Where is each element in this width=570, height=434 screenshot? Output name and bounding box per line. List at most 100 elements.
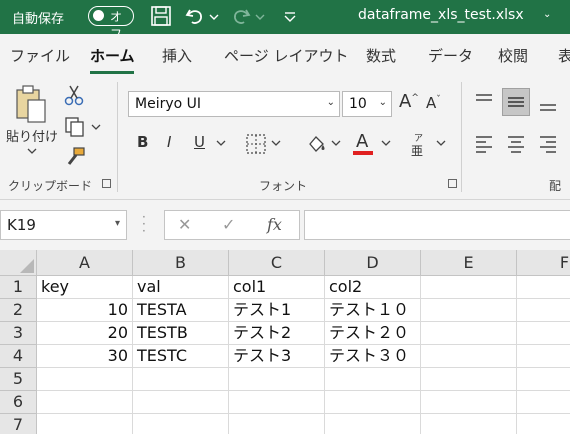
cell-f2[interactable] bbox=[517, 299, 570, 322]
row-header-6[interactable]: 6 bbox=[0, 391, 37, 414]
borders-icon[interactable] bbox=[245, 133, 267, 155]
name-box[interactable]: K19 ▾ bbox=[0, 210, 127, 240]
font-size-combo[interactable]: 10 ⌄ bbox=[342, 91, 392, 117]
cell-b5[interactable] bbox=[133, 368, 229, 391]
cell-c3[interactable]: テスト2 bbox=[229, 322, 325, 345]
borders-dropdown-icon[interactable] bbox=[270, 138, 282, 148]
cell-e6[interactable] bbox=[421, 391, 517, 414]
cell-a3[interactable]: 20 bbox=[37, 322, 133, 345]
row-header-2[interactable]: 2 bbox=[0, 299, 37, 322]
align-middle-icon[interactable] bbox=[506, 93, 526, 111]
column-header-d[interactable]: D bbox=[325, 250, 421, 276]
cell-d6[interactable] bbox=[325, 391, 421, 414]
paste-icon[interactable] bbox=[14, 84, 48, 124]
decrease-font-size-icon[interactable]: Aˇ bbox=[426, 94, 441, 112]
format-painter-icon[interactable] bbox=[64, 146, 86, 168]
cell-f6[interactable] bbox=[517, 391, 570, 414]
copy-icon[interactable] bbox=[64, 116, 86, 138]
cell-e7[interactable] bbox=[421, 414, 517, 434]
italic-button[interactable]: I bbox=[167, 133, 171, 151]
formula-bar-grip-icon[interactable]: · · · bbox=[142, 211, 146, 237]
cancel-icon[interactable]: ✕ bbox=[178, 215, 191, 234]
cell-a2[interactable]: 10 bbox=[37, 299, 133, 322]
row-header-4[interactable]: 4 bbox=[0, 345, 37, 368]
undo-icon[interactable] bbox=[184, 5, 206, 27]
cell-f4[interactable] bbox=[517, 345, 570, 368]
phonetic-guide-button[interactable]: 亜 bbox=[411, 142, 423, 159]
cell-b7[interactable] bbox=[133, 414, 229, 434]
tab-data[interactable]: データ bbox=[428, 45, 473, 66]
cell-e1[interactable] bbox=[421, 276, 517, 299]
cell-f5[interactable] bbox=[517, 368, 570, 391]
insert-function-icon[interactable]: fx bbox=[267, 215, 282, 234]
paste-label[interactable]: 貼り付け bbox=[6, 126, 58, 145]
tab-insert[interactable]: 挿入 bbox=[162, 45, 192, 66]
align-bottom-icon[interactable] bbox=[538, 96, 558, 114]
cell-a6[interactable] bbox=[37, 391, 133, 414]
copy-dropdown-icon[interactable] bbox=[90, 122, 102, 132]
cell-e3[interactable] bbox=[421, 322, 517, 345]
row-header-3[interactable]: 3 bbox=[0, 322, 37, 345]
cut-icon[interactable] bbox=[64, 84, 84, 106]
cell-a5[interactable] bbox=[37, 368, 133, 391]
column-header-c[interactable]: C bbox=[229, 250, 325, 276]
cell-a1[interactable]: key bbox=[37, 276, 133, 299]
column-header-f[interactable]: F bbox=[517, 250, 570, 276]
cell-c5[interactable] bbox=[229, 368, 325, 391]
tab-formulas[interactable]: 数式 bbox=[366, 45, 396, 66]
font-name-combo[interactable]: Meiryo UI ⌄ bbox=[128, 91, 340, 117]
chevron-down-icon[interactable]: ⌄ bbox=[327, 97, 335, 108]
align-right-icon[interactable] bbox=[538, 134, 558, 154]
document-filename[interactable]: dataframe_xls_test.xlsx bbox=[358, 7, 524, 23]
font-color-dropdown-icon[interactable] bbox=[380, 138, 392, 148]
column-header-e[interactable]: E bbox=[421, 250, 517, 276]
align-center-icon[interactable] bbox=[506, 134, 526, 154]
tab-page-layout[interactable]: ページ レイアウト bbox=[224, 45, 348, 66]
chevron-down-icon[interactable]: ▾ bbox=[115, 218, 120, 229]
cell-a4[interactable]: 30 bbox=[37, 345, 133, 368]
cell-b6[interactable] bbox=[133, 391, 229, 414]
align-left-icon[interactable] bbox=[474, 134, 494, 154]
cell-c4[interactable]: テスト3 bbox=[229, 345, 325, 368]
cell-b4[interactable]: TESTC bbox=[133, 345, 229, 368]
cell-b3[interactable]: TESTB bbox=[133, 322, 229, 345]
underline-button[interactable]: U bbox=[194, 133, 205, 151]
cell-c1[interactable]: col1 bbox=[229, 276, 325, 299]
cell-d4[interactable]: テスト３０ bbox=[325, 345, 421, 368]
tab-file[interactable]: ファイル bbox=[10, 45, 70, 66]
font-color-button[interactable]: A bbox=[356, 131, 368, 152]
cell-c6[interactable] bbox=[229, 391, 325, 414]
customize-qat-icon[interactable] bbox=[282, 5, 298, 27]
chevron-down-icon[interactable]: ⌄ bbox=[379, 97, 387, 108]
cell-d3[interactable]: テスト２０ bbox=[325, 322, 421, 345]
enter-icon[interactable]: ✓ bbox=[222, 215, 235, 234]
cell-e5[interactable] bbox=[421, 368, 517, 391]
redo-icon[interactable] bbox=[230, 5, 252, 27]
font-launcher-icon[interactable] bbox=[448, 179, 457, 188]
autosave-toggle[interactable]: オフ bbox=[88, 6, 134, 41]
tab-home[interactable]: ホーム bbox=[90, 45, 135, 66]
row-header-5[interactable]: 5 bbox=[0, 368, 37, 391]
paste-dropdown-icon[interactable] bbox=[26, 146, 38, 156]
chevron-down-icon[interactable]: ⌄ bbox=[543, 9, 551, 20]
cell-d5[interactable] bbox=[325, 368, 421, 391]
cell-e2[interactable] bbox=[421, 299, 517, 322]
cell-d7[interactable] bbox=[325, 414, 421, 434]
cell-f3[interactable] bbox=[517, 322, 570, 345]
fill-color-dropdown-icon[interactable] bbox=[330, 138, 342, 148]
bold-button[interactable]: B bbox=[137, 133, 148, 151]
undo-dropdown-icon[interactable] bbox=[208, 5, 220, 27]
increase-font-size-icon[interactable]: A^ bbox=[399, 91, 419, 112]
cell-d2[interactable]: テスト１０ bbox=[325, 299, 421, 322]
clipboard-launcher-icon[interactable] bbox=[102, 179, 111, 188]
underline-dropdown-icon[interactable] bbox=[215, 138, 227, 148]
cell-c7[interactable] bbox=[229, 414, 325, 434]
cell-e4[interactable] bbox=[421, 345, 517, 368]
align-top-icon[interactable] bbox=[474, 92, 494, 110]
cell-c2[interactable]: テスト1 bbox=[229, 299, 325, 322]
cell-b2[interactable]: TESTA bbox=[133, 299, 229, 322]
cell-f1[interactable] bbox=[517, 276, 570, 299]
phonetic-dropdown-icon[interactable] bbox=[435, 138, 447, 148]
redo-dropdown-icon[interactable] bbox=[254, 5, 266, 27]
tab-review[interactable]: 校閲 bbox=[498, 45, 528, 66]
